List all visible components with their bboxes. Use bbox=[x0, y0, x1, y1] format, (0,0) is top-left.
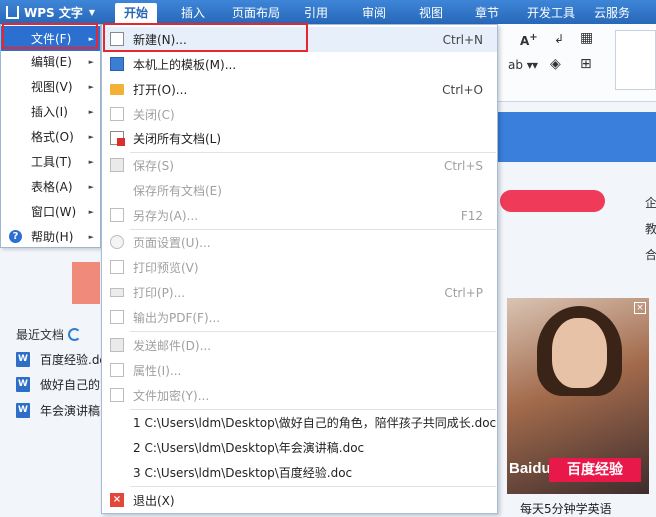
recent-doc-item[interactable]: W 做好自己的角色 bbox=[16, 375, 106, 393]
menu-item-encrypt[interactable]: 文件加密(Y)... bbox=[102, 383, 497, 408]
menu-item-save-all[interactable]: 保存所有文档(E) bbox=[102, 178, 497, 203]
submenu-arrow-icon: ► bbox=[88, 157, 94, 166]
menu-item-recent-file-1[interactable]: 1 C:\Users\ldm\Desktop\做好自己的角色，陪伴孩子共同成长.… bbox=[102, 410, 497, 435]
menu-item-close-all[interactable]: 关闭所有文档(L) bbox=[102, 126, 497, 151]
open-folder-icon bbox=[110, 84, 124, 95]
menu-item-print[interactable]: 打印(P)... Ctrl+P bbox=[102, 280, 497, 305]
menu-separator bbox=[130, 331, 496, 332]
app-title: WPS 文字 bbox=[24, 5, 83, 20]
menu-item-help[interactable]: ? 帮助(H) ► bbox=[1, 224, 100, 249]
properties-icon bbox=[110, 363, 124, 377]
exit-icon: × bbox=[110, 493, 124, 507]
ribbon-tab-bar: WPS 文字 ▼ 开始 插入 页面布局 引用 审阅 视图 章节 开发工具 云服务 bbox=[0, 0, 656, 24]
menu-item-edit[interactable]: 编辑(E) ► bbox=[1, 49, 100, 74]
thumbnail-block bbox=[72, 262, 100, 304]
menu-item-view[interactable]: 视图(V) ► bbox=[1, 74, 100, 99]
menu-item-open[interactable]: 打开(O)... Ctrl+O bbox=[102, 77, 497, 102]
close-all-icon bbox=[110, 131, 125, 146]
table-grid-icon[interactable]: ▦ bbox=[580, 30, 593, 46]
word-doc-icon: W bbox=[16, 402, 30, 418]
refresh-icon[interactable] bbox=[68, 328, 82, 341]
help-icon: ? bbox=[9, 230, 22, 243]
style-gallery[interactable] bbox=[615, 30, 656, 90]
ad-cta-button[interactable]: 百度经验 bbox=[549, 458, 641, 482]
pdf-icon bbox=[110, 310, 124, 324]
submenu-arrow-icon: ► bbox=[88, 82, 94, 91]
menu-item-send-mail[interactable]: 发送邮件(D)... bbox=[102, 333, 497, 358]
font-color-button[interactable]: ab ▾ bbox=[508, 58, 533, 72]
tab-home[interactable]: 开始 bbox=[115, 3, 158, 24]
save-icon bbox=[110, 158, 124, 172]
menu-item-exit[interactable]: × 退出(X) bbox=[102, 488, 497, 513]
clear-format-icon[interactable]: ↲ bbox=[554, 32, 564, 46]
print-preview-icon bbox=[110, 260, 124, 274]
menu-item-format[interactable]: 格式(O) ► bbox=[1, 124, 100, 149]
menu-item-save-as[interactable]: 另存为(A)... F12 bbox=[102, 203, 497, 228]
close-doc-icon bbox=[110, 107, 124, 121]
menu-item-page-setup[interactable]: 页面设置(U)... bbox=[102, 230, 497, 255]
side-text-2: 教 bbox=[645, 222, 656, 236]
menu-item-recent-file-3[interactable]: 3 C:\Users\ldm\Desktop\百度经验.doc bbox=[102, 460, 497, 485]
chevron-down-icon: ▼ bbox=[88, 7, 96, 17]
baidu-logo: Baidu bbox=[509, 460, 551, 477]
tab-chapter[interactable]: 章节 bbox=[475, 0, 499, 24]
tab-cloud[interactable]: 云服务 bbox=[594, 0, 630, 24]
menu-item-print-preview[interactable]: 打印预览(V) bbox=[102, 255, 497, 280]
highlight-icon[interactable]: ▾ bbox=[532, 58, 538, 72]
tab-insert[interactable]: 插入 bbox=[181, 0, 205, 24]
template-icon bbox=[110, 57, 124, 71]
menu-item-insert[interactable]: 插入(I) ► bbox=[1, 99, 100, 124]
side-text-1: 企 bbox=[645, 196, 656, 210]
menu-item-tools[interactable]: 工具(T) ► bbox=[1, 149, 100, 174]
menu-item-close[interactable]: 关闭(C) bbox=[102, 102, 497, 127]
close-icon[interactable]: × bbox=[634, 302, 646, 314]
menu-separator bbox=[130, 486, 496, 487]
promo-pill[interactable] bbox=[500, 190, 605, 212]
page-setup-icon bbox=[110, 235, 124, 249]
save-as-icon bbox=[110, 208, 124, 222]
tab-developer[interactable]: 开发工具 bbox=[527, 0, 575, 24]
ad-photo-face bbox=[552, 318, 607, 388]
fill-bucket-icon[interactable]: ◈ bbox=[550, 56, 561, 72]
printer-icon bbox=[110, 288, 124, 297]
menu-item-local-templates[interactable]: 本机上的模板(M)... bbox=[102, 52, 497, 77]
menu-item-properties[interactable]: 属性(I)... bbox=[102, 358, 497, 383]
tab-review[interactable]: 审阅 bbox=[362, 0, 386, 24]
grow-font-button[interactable]: A+ bbox=[520, 32, 538, 48]
tab-page-layout[interactable]: 页面布局 bbox=[232, 0, 280, 24]
submenu-arrow-icon: ► bbox=[88, 132, 94, 141]
submenu-arrow-icon: ► bbox=[88, 34, 94, 43]
menu-item-export-pdf[interactable]: 输出为PDF(F)... bbox=[102, 305, 497, 330]
word-doc-icon: W bbox=[16, 376, 30, 392]
recent-docs-title: 最近文档 bbox=[16, 326, 82, 343]
file-submenu: 新建(N)... Ctrl+N 本机上的模板(M)... 打开(O)... Ct… bbox=[101, 24, 498, 514]
ad-banner[interactable]: × Baidu 百度经验 bbox=[507, 298, 649, 494]
submenu-arrow-icon: ► bbox=[88, 207, 94, 216]
mail-icon bbox=[110, 338, 124, 352]
submenu-arrow-icon: ► bbox=[88, 182, 94, 191]
submenu-arrow-icon: ► bbox=[88, 232, 94, 241]
menu-item-table[interactable]: 表格(A) ► bbox=[1, 174, 100, 199]
menu-item-window[interactable]: 窗口(W) ► bbox=[1, 199, 100, 224]
word-doc-icon: W bbox=[16, 351, 30, 367]
wps-logo-icon bbox=[6, 5, 19, 19]
recent-doc-item[interactable]: W 年会演讲稿.doc bbox=[16, 401, 106, 419]
new-doc-icon bbox=[110, 32, 124, 46]
submenu-arrow-icon: ► bbox=[88, 57, 94, 66]
wps-app-menu: 文件(F) ► 编辑(E) ► 视图(V) ► 插入(I) ► 格式(O) ► 工具(T)… bbox=[0, 24, 101, 248]
menu-item-new[interactable]: 新建(N)... Ctrl+N bbox=[102, 27, 497, 52]
encrypt-icon bbox=[110, 388, 124, 402]
tab-view[interactable]: 视图 bbox=[419, 0, 443, 24]
borders-icon[interactable]: ⊞ bbox=[580, 56, 592, 72]
tab-references[interactable]: 引用 bbox=[304, 0, 328, 24]
menu-item-recent-file-2[interactable]: 2 C:\Users\ldm\Desktop\年会演讲稿.doc bbox=[102, 435, 497, 460]
menu-item-file[interactable]: 文件(F) ► bbox=[1, 26, 100, 51]
side-text-3: 合 bbox=[645, 248, 656, 262]
recent-doc-item[interactable]: W 百度经验.doc bbox=[16, 350, 106, 368]
submenu-arrow-icon: ► bbox=[88, 107, 94, 116]
wps-app-menu-button[interactable]: WPS 文字 ▼ bbox=[2, 2, 102, 22]
ad-caption[interactable]: 每天5分钟学英语 bbox=[520, 500, 612, 517]
menu-item-save[interactable]: 保存(S) Ctrl+S bbox=[102, 153, 497, 178]
banner-strip bbox=[496, 112, 656, 162]
